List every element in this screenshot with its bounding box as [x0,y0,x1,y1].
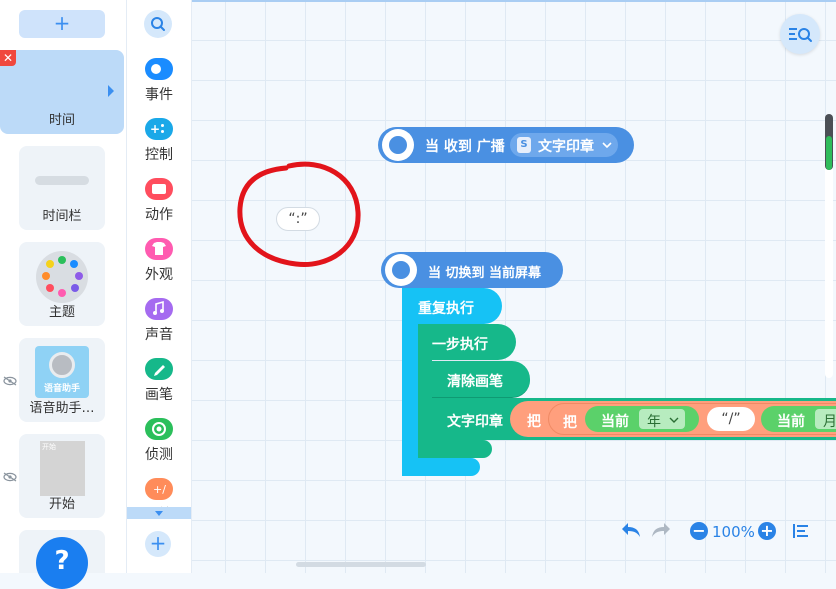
join-label: 把 [527,414,541,430]
workspace-top-border [192,0,836,2]
list-search-icon [789,28,812,42]
month-dropdown[interactable]: 月 [815,409,836,430]
join-label: 把 [563,415,577,431]
step-block-foot [418,440,492,458]
search-icon [151,17,165,31]
step-execute-block[interactable]: 一步执行 [418,324,516,360]
category-operator[interactable]: +/ 运算 [127,478,191,508]
category-motion[interactable]: 动作 [127,178,191,230]
start-thumbnail: 开始 [40,441,85,496]
sprite-name: 时间栏 [42,209,82,224]
broadcast-value: 文字印章 [538,139,594,155]
pen-icon [145,358,173,380]
repeat-forever-block[interactable]: 重复执行 [402,288,502,324]
script-workspace[interactable]: “:” 当 收到 广播 S 文字印章 当 切换到 当前屏幕 重复执行 一步执行 … [192,0,836,573]
category-scroll-down-button[interactable] [127,507,191,519]
message-badge-icon: S [517,137,531,153]
repeat-block-foot [402,458,480,476]
sprite-name: 开始 [48,497,75,512]
target-icon [145,418,173,440]
current-label: 当前 [601,414,629,430]
workspace-search-button[interactable] [780,14,820,54]
sprite-name: 主题 [48,305,75,320]
operator-icon: +/ [145,478,173,500]
category-control[interactable]: + 控制 [127,118,191,170]
sprite-card-timebar[interactable]: 时间栏 [19,146,105,230]
year-dropdown[interactable]: 年 [639,409,685,430]
chevron-down-icon [669,417,679,423]
delete-sprite-icon[interactable]: ✕ [0,50,16,66]
join-reporter-inner[interactable]: 把 当前 年 “/” 当前 月 [548,403,836,435]
year-value: 年 [647,414,661,430]
event-hat-icon [385,254,417,286]
repeat-label: 重复执行 [418,301,474,317]
current-month-reporter[interactable]: 当前 月 [761,406,836,432]
category-looks[interactable]: 外观 [127,238,191,290]
text-stamp-block[interactable]: 文字印章 把 把 当前 年 “/” 当前 月 [432,398,836,440]
zoom-in-button[interactable]: + [758,522,776,540]
event-hat-icon [382,129,414,161]
repeat-block-arm [402,324,418,476]
undo-icon[interactable] [620,520,642,540]
sprite-name: 语音助手… [29,401,95,416]
block-category-panel: 事件 + 控制 动作 外观 声音 画笔 侦测 +/ + [127,0,192,573]
zoom-level: 100% [712,523,755,541]
sprite-card-theme[interactable]: 主题 [19,242,105,326]
month-value: 月 [823,414,836,430]
search-blocks-button[interactable] [144,10,172,38]
voice-assistant-thumbnail: 语音助手 [35,346,89,398]
help-button[interactable]: ? [36,537,88,589]
step-label: 一步执行 [432,337,488,353]
hat-label: 当 收到 广播 [425,139,505,155]
category-pen[interactable]: 画笔 [127,358,191,410]
sprite-panel: + ✕ 时间 时间栏 主题 语音助手 语音助手… 开始 开始 ? [0,0,127,589]
category-event[interactable]: 事件 [127,58,191,110]
current-year-reporter[interactable]: 当前 年 [585,406,699,432]
music-note-icon [145,298,173,320]
svg-text:+/: +/ [153,483,166,496]
add-extension-button[interactable]: + [145,531,171,557]
slash-text-input[interactable]: “/” [707,407,755,431]
sprite-card-time[interactable]: 时间 [0,50,124,134]
zoom-toolbar: − 100% + [620,518,820,544]
control-icon: + [145,118,173,140]
slash-value: “/” [721,411,741,427]
category-sound[interactable]: 声音 [127,298,191,350]
event-icon [145,58,173,80]
when-switch-screen-block[interactable]: 当 切换到 当前屏幕 [381,252,563,288]
category-sensing[interactable]: 侦测 [127,418,191,470]
redo-icon[interactable] [650,520,672,540]
align-blocks-icon[interactable] [792,522,810,540]
when-receive-broadcast-block[interactable]: 当 收到 广播 S 文字印章 [378,127,634,163]
current-label: 当前 [777,414,805,430]
join-reporter-outer[interactable]: 把 把 当前 年 “/” 当前 月 [510,401,836,437]
hidden-eye-icon[interactable] [3,376,17,386]
scrollbar-thumb[interactable] [826,136,832,170]
expand-arrow-icon[interactable] [108,85,114,97]
clear-pen-block[interactable]: 清除画笔 [432,361,530,398]
sprite-thumbnail [35,176,89,185]
add-sprite-button[interactable]: + [19,10,105,38]
broadcast-dropdown[interactable]: S 文字印章 [510,133,618,157]
stamp-label: 文字印章 [447,414,503,430]
motion-icon [145,178,173,200]
chevron-down-icon [602,142,612,149]
red-annotation-circle [237,161,361,267]
sprite-card-start[interactable]: 开始 开始 [19,434,105,518]
zoom-out-button[interactable]: − [690,522,708,540]
sprite-name: 时间 [48,113,75,128]
workspace-horizontal-scrollbar[interactable] [296,562,426,567]
workspace-vertical-scrollbar[interactable] [825,114,833,378]
sprite-card-voice[interactable]: 语音助手 语音助手… [19,338,105,422]
hat-label: 当 切换到 当前屏幕 [428,266,542,281]
color-wheel-thumbnail [36,251,88,303]
hidden-eye-icon[interactable] [3,472,17,482]
clear-label: 清除画笔 [447,374,503,390]
shirt-icon [145,238,173,260]
